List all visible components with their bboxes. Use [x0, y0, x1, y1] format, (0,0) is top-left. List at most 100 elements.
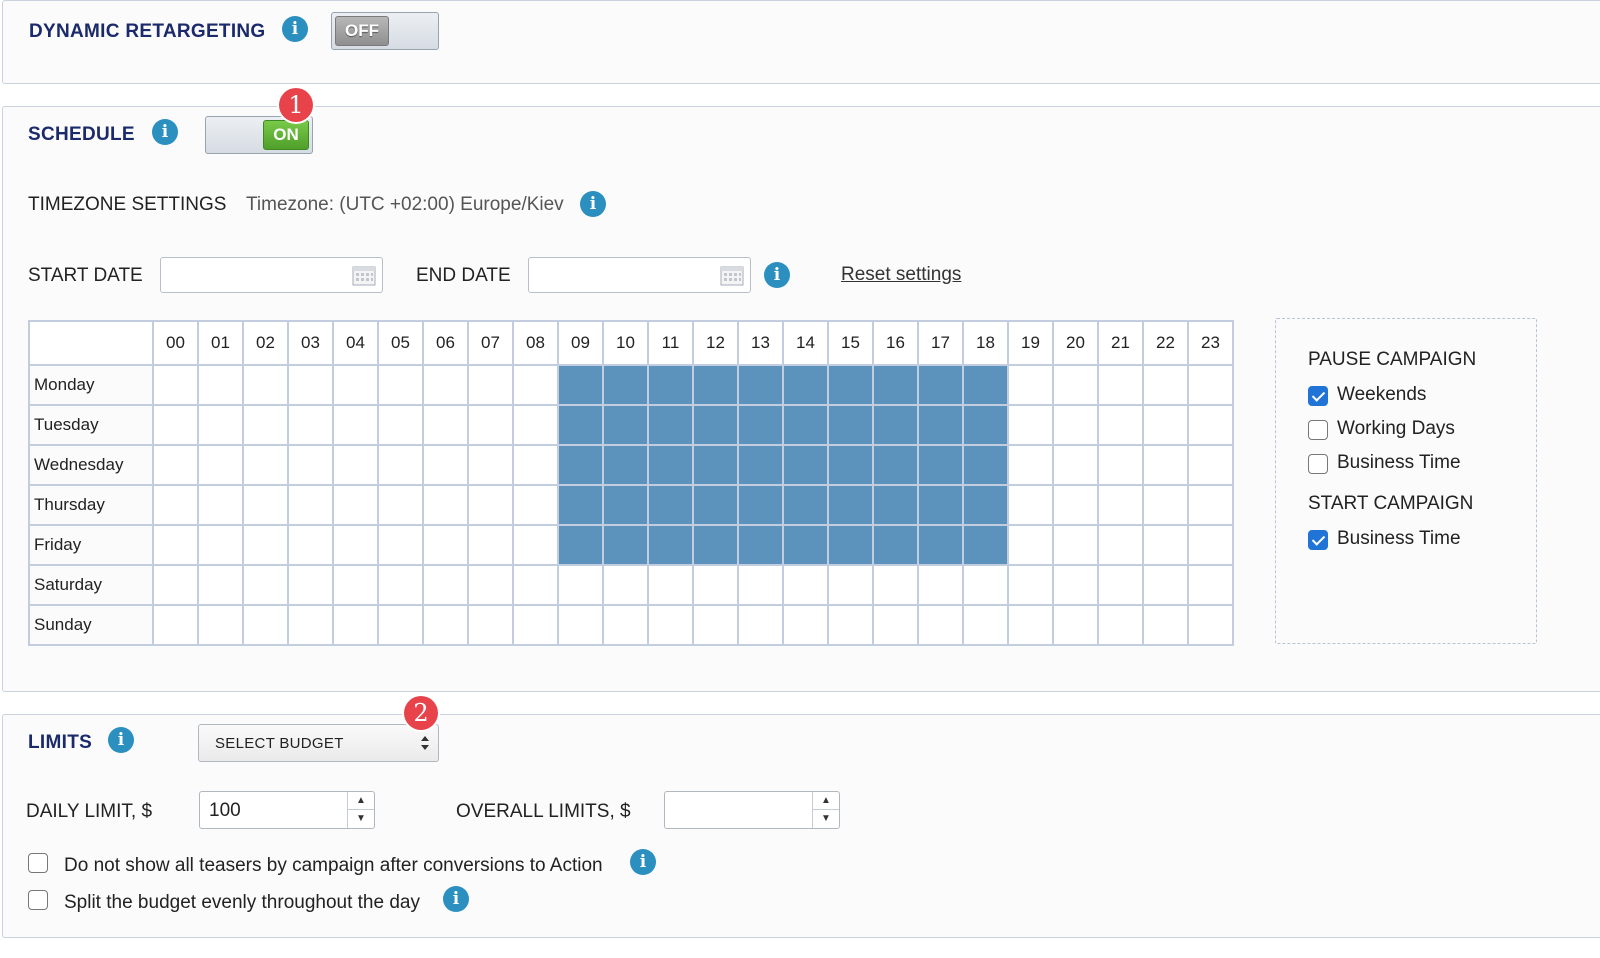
schedule-cell[interactable] — [602, 404, 649, 446]
schedule-cell[interactable] — [602, 604, 649, 646]
day-label[interactable]: Thursday — [28, 484, 154, 526]
schedule-cell[interactable] — [692, 364, 739, 406]
day-label[interactable]: Saturday — [28, 564, 154, 606]
schedule-cell[interactable] — [827, 364, 874, 406]
schedule-cell[interactable] — [872, 524, 919, 566]
info-icon[interactable]: i — [282, 16, 308, 42]
schedule-cell[interactable] — [467, 484, 514, 526]
schedule-cell[interactable] — [827, 524, 874, 566]
schedule-cell[interactable] — [737, 484, 784, 526]
schedule-cell[interactable] — [1097, 444, 1144, 486]
schedule-cell[interactable] — [827, 564, 874, 606]
schedule-cell[interactable] — [197, 564, 244, 606]
hour-header-15[interactable]: 15 — [827, 320, 874, 366]
schedule-cell[interactable] — [377, 524, 424, 566]
schedule-cell[interactable] — [287, 484, 334, 526]
schedule-cell[interactable] — [557, 364, 604, 406]
hour-header-00[interactable]: 00 — [152, 320, 199, 366]
schedule-cell[interactable] — [197, 604, 244, 646]
schedule-cell[interactable] — [332, 444, 379, 486]
schedule-cell[interactable] — [242, 524, 289, 566]
schedule-cell[interactable] — [287, 604, 334, 646]
schedule-cell[interactable] — [1142, 484, 1189, 526]
hour-header-20[interactable]: 20 — [1052, 320, 1099, 366]
schedule-cell[interactable] — [242, 364, 289, 406]
schedule-cell[interactable] — [1187, 564, 1234, 606]
schedule-cell[interactable] — [512, 524, 559, 566]
schedule-cell[interactable] — [152, 604, 199, 646]
schedule-cell[interactable] — [467, 404, 514, 446]
schedule-cell[interactable] — [782, 524, 829, 566]
schedule-cell[interactable] — [782, 364, 829, 406]
schedule-cell[interactable] — [782, 604, 829, 646]
schedule-cell[interactable] — [692, 604, 739, 646]
schedule-cell[interactable] — [152, 564, 199, 606]
day-label[interactable]: Monday — [28, 364, 154, 406]
pause-checkbox[interactable] — [1308, 454, 1328, 474]
schedule-cell[interactable] — [242, 564, 289, 606]
schedule-cell[interactable] — [242, 484, 289, 526]
hour-header-05[interactable]: 05 — [377, 320, 424, 366]
hour-header-22[interactable]: 22 — [1142, 320, 1189, 366]
schedule-cell[interactable] — [287, 524, 334, 566]
schedule-cell[interactable] — [197, 364, 244, 406]
schedule-cell[interactable] — [1052, 524, 1099, 566]
hour-header-09[interactable]: 09 — [557, 320, 604, 366]
stepper-down-icon[interactable]: ▼ — [813, 810, 839, 828]
schedule-cell[interactable] — [647, 564, 694, 606]
hour-header-18[interactable]: 18 — [962, 320, 1009, 366]
schedule-cell[interactable] — [827, 604, 874, 646]
schedule-cell[interactable] — [377, 444, 424, 486]
schedule-cell[interactable] — [782, 564, 829, 606]
schedule-cell[interactable] — [557, 404, 604, 446]
schedule-cell[interactable] — [602, 444, 649, 486]
schedule-cell[interactable] — [917, 524, 964, 566]
schedule-cell[interactable] — [332, 524, 379, 566]
schedule-cell[interactable] — [782, 484, 829, 526]
schedule-cell[interactable] — [152, 364, 199, 406]
hour-header-06[interactable]: 06 — [422, 320, 469, 366]
hour-header-08[interactable]: 08 — [512, 320, 559, 366]
schedule-cell[interactable] — [512, 404, 559, 446]
hour-header-16[interactable]: 16 — [872, 320, 919, 366]
daily-limit-stepper[interactable]: ▲ ▼ — [347, 792, 374, 828]
schedule-cell[interactable] — [512, 444, 559, 486]
schedule-cell[interactable] — [827, 404, 874, 446]
schedule-cell[interactable] — [422, 444, 469, 486]
info-icon[interactable]: i — [152, 119, 178, 145]
schedule-cell[interactable] — [1007, 404, 1054, 446]
info-icon[interactable]: i — [630, 849, 656, 875]
schedule-cell[interactable] — [1187, 404, 1234, 446]
schedule-cell[interactable] — [1007, 364, 1054, 406]
schedule-cell[interactable] — [287, 364, 334, 406]
schedule-cell[interactable] — [1187, 484, 1234, 526]
schedule-cell[interactable] — [377, 404, 424, 446]
schedule-cell[interactable] — [557, 564, 604, 606]
schedule-cell[interactable] — [197, 404, 244, 446]
schedule-cell[interactable] — [602, 364, 649, 406]
schedule-cell[interactable] — [332, 484, 379, 526]
schedule-cell[interactable] — [557, 444, 604, 486]
schedule-cell[interactable] — [1142, 524, 1189, 566]
schedule-cell[interactable] — [557, 524, 604, 566]
budget-select[interactable]: SELECT BUDGET — [198, 724, 439, 762]
hour-header-02[interactable]: 02 — [242, 320, 289, 366]
schedule-cell[interactable] — [692, 524, 739, 566]
schedule-cell[interactable] — [242, 604, 289, 646]
schedule-cell[interactable] — [512, 364, 559, 406]
hour-header-11[interactable]: 11 — [647, 320, 694, 366]
reset-settings-link[interactable]: Reset settings — [841, 264, 961, 286]
info-icon[interactable]: i — [108, 727, 134, 753]
schedule-cell[interactable] — [1007, 524, 1054, 566]
schedule-cell[interactable] — [647, 364, 694, 406]
schedule-cell[interactable] — [917, 564, 964, 606]
overall-limits-input[interactable]: ▲ ▼ — [664, 791, 840, 829]
schedule-cell[interactable] — [1052, 404, 1099, 446]
schedule-cell[interactable] — [287, 444, 334, 486]
schedule-cell[interactable] — [422, 364, 469, 406]
schedule-cell[interactable] — [647, 524, 694, 566]
schedule-cell[interactable] — [827, 484, 874, 526]
schedule-cell[interactable] — [512, 484, 559, 526]
schedule-cell[interactable] — [557, 604, 604, 646]
schedule-cell[interactable] — [377, 564, 424, 606]
